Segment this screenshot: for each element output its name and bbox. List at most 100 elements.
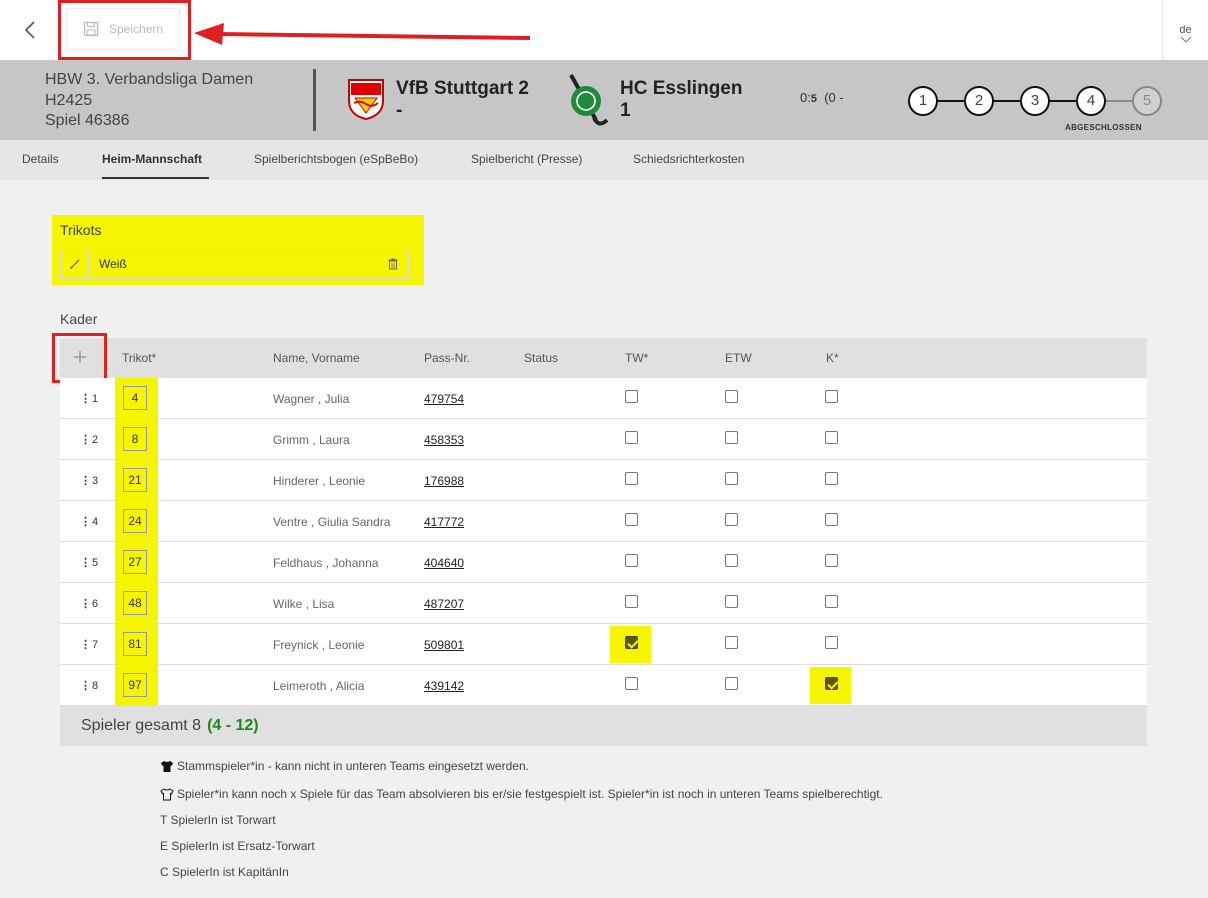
legend-item: C SpielerIn ist KapitänIn xyxy=(160,865,289,879)
table-row: ⋮8 97 Leimeroth , Alicia 439142 xyxy=(60,665,1147,706)
step-2[interactable]: 2 xyxy=(964,86,994,116)
tw-checkbox[interactable] xyxy=(625,390,638,403)
legend-item: T SpielerIn ist Torwart xyxy=(160,813,276,827)
tab-spielbericht-presse[interactable]: Spielbericht (Presse) xyxy=(471,152,582,166)
etw-checkbox[interactable] xyxy=(725,390,738,403)
step-connector xyxy=(1104,100,1132,102)
pass-number-link[interactable]: 458353 xyxy=(424,433,464,447)
table-row: ⋮5 27 Feldhaus , Johanna 404640 xyxy=(60,542,1147,583)
annotation-arrow-icon xyxy=(194,23,531,45)
k-checkbox[interactable] xyxy=(825,431,838,444)
trikot-field: Weiß xyxy=(60,249,409,279)
step-4[interactable]: 4 xyxy=(1076,86,1106,116)
language-code: de xyxy=(1179,24,1192,36)
player-name: Grimm , Laura xyxy=(273,433,350,447)
row-drag-handle[interactable]: ⋮7 xyxy=(80,638,98,651)
score-display: 0:5 (0 - xyxy=(800,90,844,105)
pass-number-link[interactable]: 176988 xyxy=(424,474,464,488)
tab-spielberichtsbogen[interactable]: Spielberichtsbogen (eSpBeBo) xyxy=(254,152,418,166)
etw-checkbox[interactable] xyxy=(725,513,738,526)
etw-checkbox[interactable] xyxy=(725,554,738,567)
tw-checkbox[interactable] xyxy=(625,554,638,567)
legend-item: Stammspieler*in - kann nicht in unteren … xyxy=(160,759,529,773)
tw-checkbox[interactable] xyxy=(625,431,638,444)
k-checkbox[interactable] xyxy=(825,513,838,526)
tw-checkbox[interactable] xyxy=(625,677,638,690)
table-row: ⋮4 24 Ventre , Giulia Sandra 417772 xyxy=(60,501,1147,542)
tw-checkbox[interactable] xyxy=(625,472,638,485)
trikots-title: Trikots xyxy=(60,222,102,238)
player-name: Wilke , Lisa xyxy=(273,597,335,611)
pass-number-link[interactable]: 404640 xyxy=(424,556,464,570)
tab-schiedsrichterkosten[interactable]: Schiedsrichterkosten xyxy=(633,152,744,166)
player-name: Wagner , Julia xyxy=(273,392,350,406)
game-number: Spiel 46386 xyxy=(45,112,130,129)
tab-details[interactable]: Details xyxy=(22,152,59,166)
etw-checkbox[interactable] xyxy=(725,431,738,444)
step-1[interactable]: 1 xyxy=(908,86,938,116)
tw-checkbox[interactable] xyxy=(625,595,638,608)
k-checkbox[interactable] xyxy=(825,636,838,649)
progress-stepper: 1 2 3 4 5 ABGESCHLOSSEN xyxy=(906,86,1166,136)
language-selector[interactable]: de xyxy=(1162,0,1208,60)
hce-hockey-logo-icon xyxy=(569,74,609,126)
pencil-icon xyxy=(69,259,79,270)
pass-number-link[interactable]: 479754 xyxy=(424,392,464,406)
kader-table-body: ⋮1 4 Wagner , Julia 479754 ⋮2 8 Grimm , Laura 4… xyxy=(60,378,1147,706)
away-team-name: HC Esslingen 1 xyxy=(620,78,743,121)
step-5[interactable]: 5 xyxy=(1132,86,1162,116)
tab-heim-mannschaft[interactable]: Heim-Mannschaft xyxy=(102,152,202,166)
etw-checkbox[interactable] xyxy=(725,472,738,485)
player-total: Spieler gesamt 8 (4 - 12) xyxy=(81,717,259,734)
column-header-status[interactable]: Status xyxy=(524,351,558,365)
row-drag-handle[interactable]: ⋮1 xyxy=(80,392,98,405)
k-checkbox[interactable] xyxy=(825,472,838,485)
chevron-down-icon xyxy=(1180,36,1191,43)
edit-trikot-button[interactable] xyxy=(61,250,89,278)
table-row: ⋮2 8 Grimm , Laura 458353 xyxy=(60,419,1147,460)
k-checkbox[interactable] xyxy=(825,554,838,567)
row-drag-handle[interactable]: ⋮6 xyxy=(80,597,98,610)
trikot-value: Weiß xyxy=(99,257,127,271)
row-drag-handle[interactable]: ⋮4 xyxy=(80,515,98,528)
etw-checkbox[interactable] xyxy=(725,677,738,690)
column-header-k[interactable]: K* xyxy=(826,351,839,365)
etw-checkbox[interactable] xyxy=(725,636,738,649)
player-name: Leimeroth , Alicia xyxy=(273,679,365,693)
delete-trikot-button[interactable] xyxy=(378,258,408,270)
player-range: (4 - 12) xyxy=(207,717,259,734)
k-checkbox[interactable] xyxy=(825,390,838,403)
pass-number-link[interactable]: 487207 xyxy=(424,597,464,611)
header-divider xyxy=(313,69,316,131)
legend-item: Spieler*in kann noch x Spiele für das Te… xyxy=(160,787,883,801)
etw-checkbox[interactable] xyxy=(725,595,738,608)
step-3[interactable]: 3 xyxy=(1020,86,1050,116)
pass-number-link[interactable]: 439142 xyxy=(424,679,464,693)
annotation-highlight-box xyxy=(52,333,107,383)
pass-number-link[interactable]: 417772 xyxy=(424,515,464,529)
trash-icon xyxy=(388,258,398,270)
pass-number-link[interactable]: 509801 xyxy=(424,638,464,652)
row-drag-handle[interactable]: ⋮5 xyxy=(80,556,98,569)
active-tab-indicator xyxy=(102,177,209,179)
column-header-etw[interactable]: ETW xyxy=(725,351,752,365)
row-drag-handle[interactable]: ⋮3 xyxy=(80,474,98,487)
tw-checkbox[interactable] xyxy=(625,636,638,649)
k-checkbox[interactable] xyxy=(825,595,838,608)
player-name: Freynick , Leonie xyxy=(273,638,365,652)
home-team-name: VfB Stuttgart 2 - xyxy=(396,78,529,121)
column-header-trikot[interactable]: Trikot* xyxy=(122,351,156,365)
k-checkbox[interactable] xyxy=(825,677,838,690)
kader-summary-bar: Spieler gesamt 8 (4 - 12) xyxy=(60,706,1147,746)
step-connector xyxy=(1048,100,1076,102)
column-header-name[interactable]: Name, Vorname xyxy=(273,351,360,365)
shirt-outline-icon xyxy=(160,787,174,800)
tw-checkbox[interactable] xyxy=(625,513,638,526)
top-bar: Speichern de xyxy=(0,0,1208,60)
chevron-left-icon xyxy=(24,21,35,39)
column-header-pass[interactable]: Pass-Nr. xyxy=(424,351,470,365)
row-drag-handle[interactable]: ⋮8 xyxy=(80,679,98,692)
column-header-tw[interactable]: TW* xyxy=(625,351,648,365)
row-drag-handle[interactable]: ⋮2 xyxy=(80,433,98,446)
back-button[interactable] xyxy=(18,16,44,44)
